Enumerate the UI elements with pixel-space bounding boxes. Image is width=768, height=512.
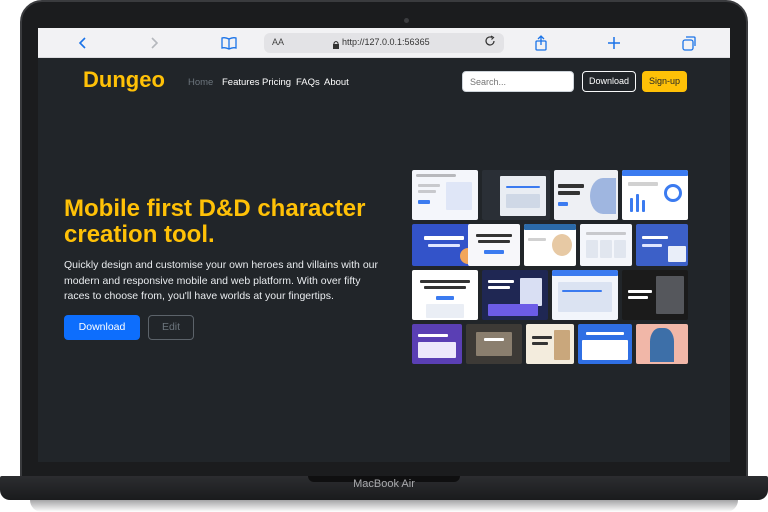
hero-edit-button[interactable]: Edit [148,315,194,340]
reload-icon[interactable] [484,35,496,50]
lock-icon [332,37,340,55]
new-tab-icon[interactable] [605,34,623,52]
site-navbar: Dungeo Home Features Pricing FAQs About … [38,58,730,106]
thumbnail-image [412,324,462,364]
back-icon[interactable] [74,34,92,52]
search-input[interactable] [462,71,574,92]
thumbnail-image [468,224,520,266]
thumbnail-image [578,324,632,364]
thumbnail-image [636,324,688,364]
thumbnail-image [524,224,576,266]
thumbnail-image [554,170,618,220]
brand-logo[interactable]: Dungeo [83,67,165,93]
thumbnail-image [552,270,618,320]
nav-home[interactable]: Home [188,77,213,88]
hero-title: Mobile first D&D character creation tool… [64,195,366,248]
device-label: MacBook Air [353,478,415,490]
browser-toolbar: AA http://127.0.0.1:56365 [38,28,730,58]
thumbnail-image [526,324,574,364]
nav-about[interactable]: About [324,77,349,88]
hero-download-button[interactable]: Download [64,315,140,340]
thumbnail-image [482,270,548,320]
signup-button[interactable]: Sign-up [642,71,687,92]
template-thumbnails [412,170,692,366]
thumbnail-image [412,170,478,220]
url-text: http://127.0.0.1:56365 [342,37,430,47]
nav-download-button[interactable]: Download [582,71,636,92]
nav-faqs[interactable]: FAQs [296,77,320,88]
share-icon[interactable] [532,34,550,52]
forward-icon[interactable] [145,34,163,52]
address-bar[interactable]: AA http://127.0.0.1:56365 [264,33,504,53]
thumbnail-image [412,270,478,320]
tabs-icon[interactable] [680,34,698,52]
thumbnail-image [622,270,688,320]
nav-features[interactable]: Features [222,77,260,88]
browser-screen: AA http://127.0.0.1:56365 Dungeo Home Fe… [38,28,730,462]
nav-pricing[interactable]: Pricing [262,77,291,88]
thumbnail-image [622,170,688,220]
thumbnail-image [580,224,632,266]
bookmarks-icon[interactable] [220,34,238,52]
camera-dot [404,18,409,23]
reader-mode-button[interactable]: AA [272,37,284,47]
thumbnail-image [636,224,688,266]
thumbnail-image [466,324,522,364]
laptop-shadow [30,500,738,512]
thumbnail-image [482,170,550,220]
hero-description: Quickly design and customise your own he… [64,259,378,302]
